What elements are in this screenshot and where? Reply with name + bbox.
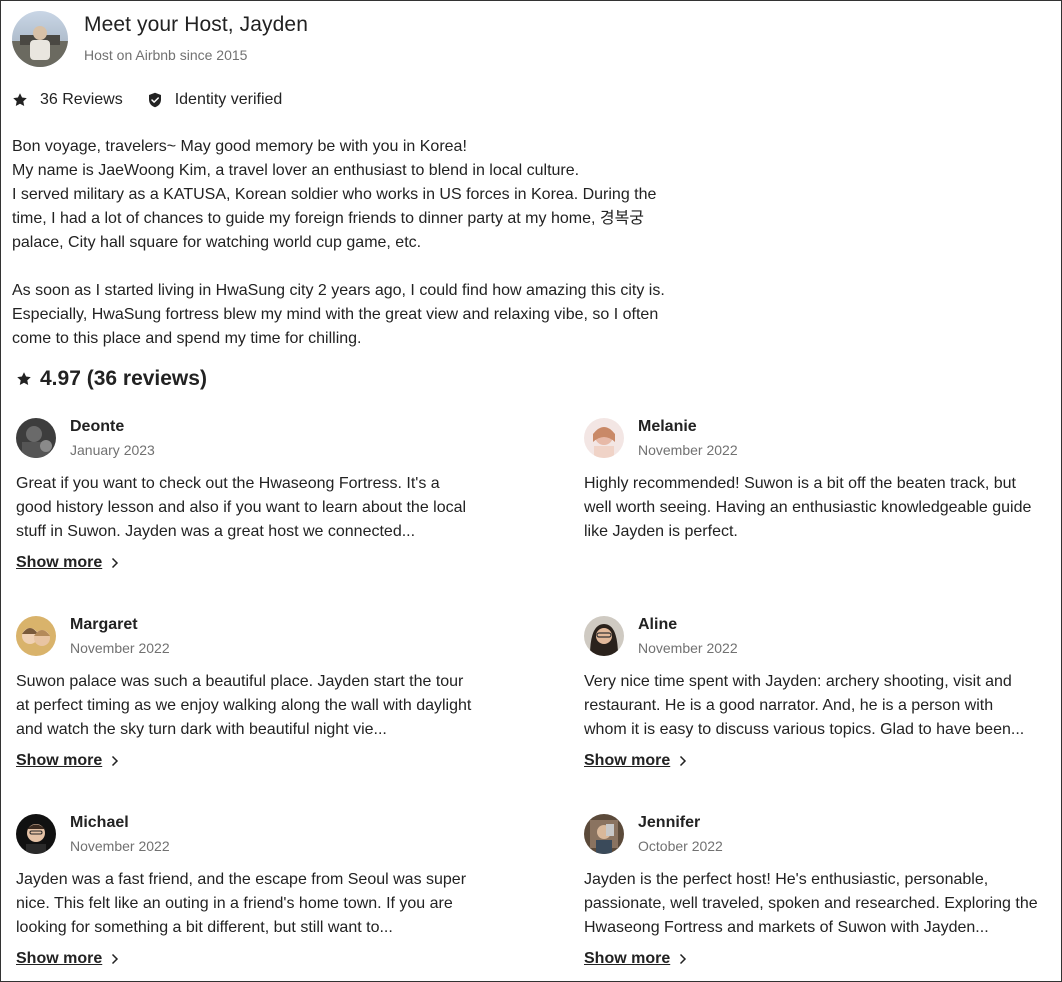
host-since: Host on Airbnb since 2015 bbox=[84, 47, 248, 63]
reviewer-name: Michael bbox=[70, 814, 129, 831]
host-title: Meet your Host, Jayden bbox=[84, 13, 308, 36]
chevron-right-icon bbox=[680, 755, 687, 767]
host-avatar[interactable] bbox=[12, 11, 68, 67]
chevron-right-icon bbox=[112, 953, 119, 965]
show-more-label: Show more bbox=[16, 752, 103, 769]
review-card-michael: Michael November 2022 Jayden was a fast … bbox=[16, 814, 476, 968]
review-text: Jayden is the perfect host! He's enthusi… bbox=[584, 871, 1038, 936]
review-date: November 2022 bbox=[638, 640, 738, 656]
show-more-button[interactable]: Show more bbox=[16, 752, 120, 770]
host-profile-panel: Meet your Host, Jayden Host on Airbnb si… bbox=[0, 0, 1062, 982]
chevron-right-icon bbox=[112, 755, 119, 767]
reviewer-name: Jennifer bbox=[638, 814, 701, 831]
show-more-button[interactable]: Show more bbox=[16, 554, 120, 572]
review-text: Great if you want to check out the Hwase… bbox=[16, 475, 467, 540]
show-more-button[interactable]: Show more bbox=[584, 752, 688, 770]
reviews-badge-label: 36 Reviews bbox=[40, 91, 123, 108]
review-text: Highly recommended! Suwon is a bit off t… bbox=[584, 475, 1032, 540]
review-date: October 2022 bbox=[638, 838, 723, 854]
identity-badge: Identity verified bbox=[147, 91, 283, 109]
about-paragraph-2: As soon as I started living in HwaSung c… bbox=[12, 282, 665, 347]
star-icon bbox=[13, 93, 27, 107]
about-line-2: My name is JaeWoong Kim, a travel lover … bbox=[12, 162, 580, 179]
about-line-3: I served military as a KATUSA, Korean so… bbox=[12, 186, 657, 251]
host-badges: 36 Reviews Identity verified bbox=[12, 91, 306, 109]
reviewer-avatar[interactable] bbox=[584, 814, 624, 854]
reviewer-avatar[interactable] bbox=[16, 814, 56, 854]
review-date: November 2022 bbox=[638, 442, 738, 458]
review-date: November 2022 bbox=[70, 838, 170, 854]
rating-label: 4.97 (36 reviews) bbox=[40, 367, 207, 390]
reviewer-avatar[interactable] bbox=[16, 616, 56, 656]
reviewer-name: Aline bbox=[638, 616, 678, 633]
show-more-label: Show more bbox=[16, 950, 103, 967]
reviewer-avatar[interactable] bbox=[584, 616, 624, 656]
review-text: Jayden was a fast friend, and the escape… bbox=[16, 871, 467, 936]
identity-badge-label: Identity verified bbox=[174, 91, 283, 108]
reviewer-name: Deonte bbox=[70, 418, 125, 435]
about-line-1: Bon voyage, travelers~ May good memory b… bbox=[12, 138, 467, 155]
reviewer-avatar[interactable] bbox=[16, 418, 56, 458]
show-more-label: Show more bbox=[584, 752, 671, 769]
show-more-button[interactable]: Show more bbox=[16, 950, 120, 968]
review-card-melanie: Melanie November 2022 Highly recommended… bbox=[584, 418, 1039, 544]
reviewer-name: Margaret bbox=[70, 616, 138, 633]
reviewer-avatar[interactable] bbox=[584, 418, 624, 458]
review-card-jennifer: Jennifer October 2022 Jayden is the perf… bbox=[584, 814, 1039, 968]
chevron-right-icon bbox=[112, 557, 119, 569]
review-card-deonte: Deonte January 2023 Great if you want to… bbox=[16, 418, 476, 572]
review-date: January 2023 bbox=[70, 442, 155, 458]
reviews-badge: 36 Reviews bbox=[12, 91, 123, 109]
review-text: Suwon palace was such a beautiful place.… bbox=[16, 673, 472, 738]
show-more-label: Show more bbox=[584, 950, 671, 967]
show-more-label: Show more bbox=[16, 554, 103, 571]
star-icon bbox=[17, 372, 31, 386]
host-about: Bon voyage, travelers~ May good memory b… bbox=[12, 135, 672, 351]
shield-check-icon bbox=[148, 92, 161, 108]
chevron-right-icon bbox=[680, 953, 687, 965]
show-more-button[interactable]: Show more bbox=[584, 950, 688, 968]
reviewer-name: Melanie bbox=[638, 418, 697, 435]
review-date: November 2022 bbox=[70, 640, 170, 656]
review-card-aline: Aline November 2022 Very nice time spent… bbox=[584, 616, 1039, 770]
review-card-margaret: Margaret November 2022 Suwon palace was … bbox=[16, 616, 476, 770]
review-text: Very nice time spent with Jayden: archer… bbox=[584, 673, 1025, 738]
rating-summary: 4.97 (36 reviews) bbox=[16, 367, 207, 391]
